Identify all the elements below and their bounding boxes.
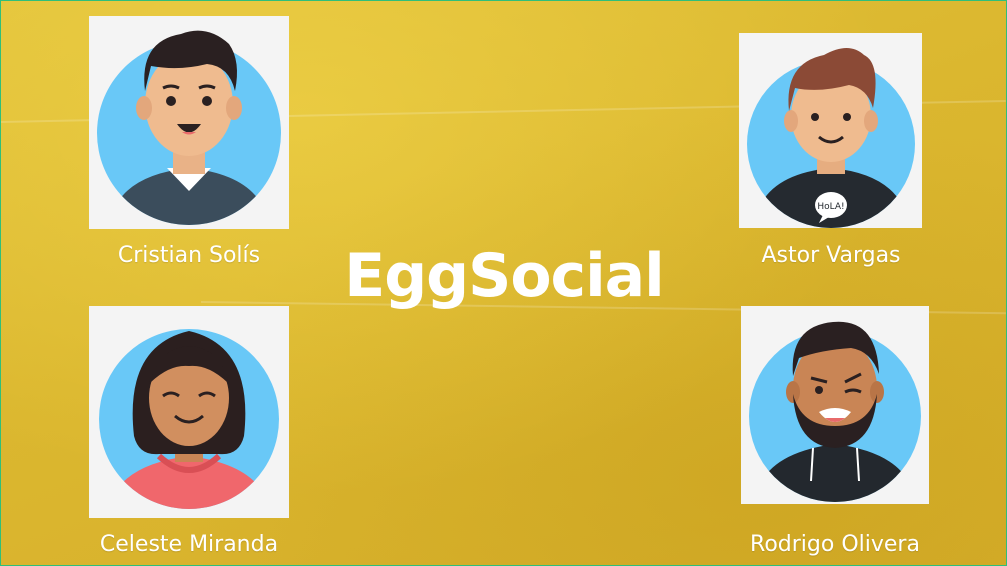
- profile-card-rodrigo[interactable]: [741, 306, 929, 504]
- canvas-background: Cristian Solís HoLA! Astor Vargas EggSoc…: [0, 0, 1007, 566]
- man-beard-winking-hoodie-avatar-icon: [749, 321, 921, 502]
- profile-name-rodrigo: Rodrigo Olivera: [750, 532, 920, 557]
- profile-name-celeste: Celeste Miranda: [99, 532, 279, 557]
- shirt-text: HoLA!: [817, 202, 844, 212]
- woman-long-hair-hoodie-avatar-icon: [99, 329, 279, 509]
- profile-name-cristian: Cristian Solís: [117, 243, 261, 268]
- profile-card-cristian[interactable]: [89, 16, 289, 229]
- profile-card-astor[interactable]: HoLA!: [739, 33, 922, 228]
- man-brown-hair-hola-shirt-avatar-icon: HoLA!: [747, 48, 915, 228]
- profile-name-astor: Astor Vargas: [761, 243, 901, 268]
- app-title: EggSocial: [344, 241, 665, 311]
- profile-card-celeste[interactable]: [89, 306, 289, 518]
- man-dark-hair-sweater-avatar-icon: [97, 30, 281, 225]
